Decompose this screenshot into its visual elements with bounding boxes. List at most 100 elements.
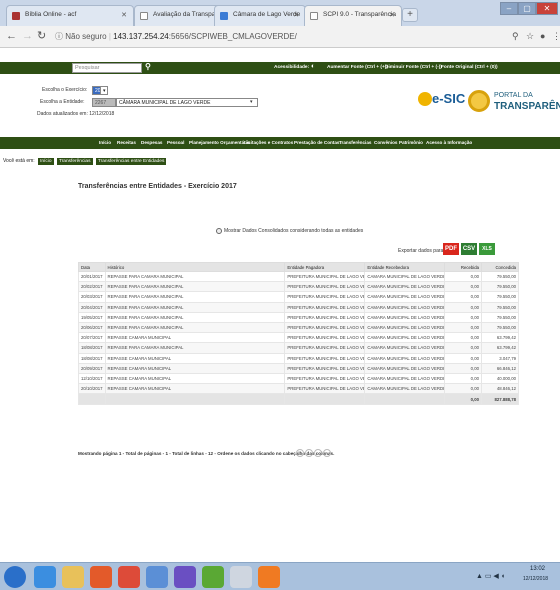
menu-item-pessoal[interactable]: Pessoal bbox=[167, 140, 184, 145]
bookmark-star-icon[interactable]: ☆ bbox=[526, 30, 534, 42]
close-icon[interactable]: ✕ bbox=[121, 11, 127, 19]
table-cell: CAMARA MUNICIPAL DE LAGO VERDE bbox=[364, 372, 446, 385]
search-icon[interactable]: ⚲ bbox=[145, 62, 151, 71]
calculator-icon[interactable] bbox=[230, 566, 252, 588]
close-icon[interactable]: ✕ bbox=[293, 11, 299, 19]
next-page-icon[interactable]: › bbox=[314, 449, 322, 457]
table-cell: 20/09/2017 bbox=[78, 362, 106, 374]
chrome-icon[interactable] bbox=[118, 566, 140, 588]
clock-time[interactable]: 13:02 bbox=[530, 566, 545, 572]
address-bar: ← → ↻ ⓘ Não seguro | 143.137.254.24:5656… bbox=[0, 26, 560, 48]
table-cell: 0,00 bbox=[444, 291, 483, 303]
table-cell: REPASSE CAMARA MUNICIPAL bbox=[104, 372, 286, 385]
search-input[interactable]: Pesquisar bbox=[72, 63, 142, 73]
breadcrumb-transferencias-entidades[interactable]: Transferências entre Entidades bbox=[95, 158, 167, 165]
table-row: 18/08/2017 REPASSE CAMARA MUNICIPAL PREFEI… bbox=[78, 352, 519, 364]
media-player-icon[interactable] bbox=[90, 566, 112, 588]
esic-logo[interactable]: e-SIC bbox=[432, 91, 465, 106]
window-close-icon[interactable]: ✕ bbox=[536, 2, 558, 15]
minimize-icon[interactable]: – bbox=[500, 2, 518, 15]
tab-label: SCPI 9.0 - Transparência bbox=[323, 11, 396, 18]
forward-icon[interactable]: → bbox=[22, 30, 33, 42]
accessibility-label: Acessibilidade: bbox=[274, 65, 310, 70]
table-cell: CAMARA MUNICIPAL DE LAGO VERDE bbox=[364, 301, 446, 313]
back-icon[interactable]: ← bbox=[6, 30, 17, 42]
skype-icon[interactable] bbox=[174, 566, 196, 588]
menu-item-inicio[interactable]: Início bbox=[99, 140, 111, 145]
menu-item-convenios[interactable]: Convênios bbox=[374, 140, 397, 145]
menu-item-patrimonio[interactable]: Patrimônio bbox=[399, 140, 423, 145]
menu-dots-icon[interactable]: ⋮ bbox=[552, 30, 560, 42]
profile-icon[interactable]: ● bbox=[540, 30, 545, 42]
menu-item-transferencias[interactable]: Transferências bbox=[339, 140, 371, 145]
menu-item-licitacoes[interactable]: Licitações e Contratos bbox=[244, 140, 293, 145]
url-field[interactable]: ⓘ Não seguro | 143.137.254.24:5656/SCPIW… bbox=[55, 29, 505, 44]
table-row: 20/06/2017 REPASSE PARA CAMARA MUNICIPAL P… bbox=[78, 321, 519, 334]
table-cell: 40.000,00 bbox=[481, 372, 519, 385]
url-host: 143.137.254.24 bbox=[113, 32, 169, 41]
table-cell: 0,00 bbox=[444, 270, 483, 283]
breadcrumb-label: Você está em: bbox=[3, 158, 35, 164]
breadcrumb-inicio[interactable]: Início bbox=[38, 158, 54, 165]
column-header-recebida[interactable]: Recebida bbox=[444, 262, 483, 272]
start-icon[interactable] bbox=[4, 566, 26, 588]
app-icon[interactable] bbox=[202, 566, 224, 588]
table-cell: PREFEITURA MUNICIPAL DE LAGO VERDE bbox=[284, 301, 366, 313]
entity-select[interactable]: CÂMARA MUNICIPAL DE LAGO VERDE bbox=[116, 98, 258, 107]
table-cell: 0,00 bbox=[444, 321, 483, 334]
tab-scpi[interactable]: SCPI 9.0 - Transparência ✕ bbox=[304, 5, 402, 26]
tray-icons[interactable]: ▲ ▭ ◀ ◖ bbox=[476, 572, 505, 580]
font-original-link[interactable]: Fonte Original (Ctrl + (0)) bbox=[441, 65, 498, 70]
info-icon[interactable]: ⓘ bbox=[55, 32, 63, 41]
last-page-icon[interactable]: » bbox=[323, 449, 331, 457]
entity-code-field[interactable]: 2267 bbox=[92, 98, 116, 107]
zoom-icon[interactable]: ⚲ bbox=[512, 30, 519, 42]
reload-icon[interactable]: ↻ bbox=[37, 30, 46, 42]
tab-camara[interactable]: Câmara de Lago Verde ✕ bbox=[214, 5, 306, 26]
prev-page-icon[interactable]: ‹ bbox=[305, 449, 313, 457]
browser-tab-strip: Bíblia Online - acf ✕ Avaliação da Trans… bbox=[0, 0, 560, 26]
column-header-data[interactable]: Data bbox=[78, 262, 106, 272]
font-decrease-link[interactable]: Diminuir Fonte (Ctrl + (-)) bbox=[385, 65, 442, 70]
tab-biblia[interactable]: Bíblia Online - acf ✕ bbox=[6, 5, 134, 26]
table-cell: CAMARA MUNICIPAL DE LAGO VERDE bbox=[364, 321, 446, 334]
gmail-icon[interactable] bbox=[258, 566, 280, 588]
table-row: 20/09/2017 REPASSE CAMARA MUNICIPAL PREFEI… bbox=[78, 362, 519, 374]
close-icon[interactable]: ✕ bbox=[389, 11, 395, 19]
export-pdf-button[interactable]: PDF bbox=[443, 243, 459, 255]
table-cell: PREFEITURA MUNICIPAL DE LAGO VERDE bbox=[284, 372, 366, 385]
font-increase-link[interactable]: Aumentar Fonte (Ctrl + (+)) bbox=[327, 65, 388, 70]
bible-favicon-icon bbox=[12, 12, 20, 20]
column-header-recebedora[interactable]: Entidade Recebedora bbox=[364, 262, 446, 272]
menu-item-acesso-informacao[interactable]: Acesso à Informação bbox=[426, 140, 472, 145]
esic-logo-icon[interactable] bbox=[418, 92, 432, 106]
chevron-down-icon[interactable]: ▾ bbox=[100, 86, 108, 95]
breadcrumb-transferencias[interactable]: Transferências bbox=[56, 158, 93, 165]
tab-label: Bíblia Online - acf bbox=[25, 11, 77, 18]
chevron-down-icon[interactable]: ▾ bbox=[250, 99, 253, 105]
ie-icon[interactable] bbox=[34, 566, 56, 588]
breadcrumb: Você está em: Início Transferências Tran… bbox=[0, 158, 167, 168]
first-page-icon[interactable]: « bbox=[296, 449, 304, 457]
maximize-icon[interactable]: ▢ bbox=[518, 2, 536, 15]
menu-item-receitas[interactable]: Receitas bbox=[117, 140, 136, 145]
contrast-icon[interactable]: ◐ bbox=[311, 63, 315, 70]
menu-item-planejamento[interactable]: Planejamento Orçamentário bbox=[189, 140, 250, 145]
column-header-concedida[interactable]: Concedida bbox=[481, 262, 519, 272]
column-header-historico[interactable]: Histórico bbox=[104, 262, 286, 272]
new-tab-button[interactable]: + bbox=[402, 8, 418, 22]
consolidated-checkbox[interactable] bbox=[216, 228, 222, 234]
export-csv-button[interactable]: CSV bbox=[461, 243, 477, 255]
menu-item-prestacao[interactable]: Prestação de Contas bbox=[294, 140, 339, 145]
table-cell: 0,00 bbox=[444, 362, 483, 374]
export-xls-button[interactable]: XLS bbox=[479, 243, 495, 255]
table-cell: 0,00 bbox=[444, 342, 483, 354]
column-header-pagadora[interactable]: Entidade Pagadora bbox=[284, 262, 366, 272]
consolidated-label: Mostrar Dados Consolidados considerando … bbox=[224, 228, 364, 234]
clock-date[interactable]: 12/12/2018 bbox=[523, 576, 548, 582]
paint-icon[interactable] bbox=[146, 566, 168, 588]
menu-item-despesas[interactable]: Despesas bbox=[141, 140, 162, 145]
folder-icon[interactable] bbox=[62, 566, 84, 588]
table-cell: CAMARA MUNICIPAL DE LAGO VERDE bbox=[364, 383, 446, 395]
site-top-bar: Pesquisar ⚲ Acessibilidade: ◐ Aumentar F… bbox=[0, 62, 560, 74]
